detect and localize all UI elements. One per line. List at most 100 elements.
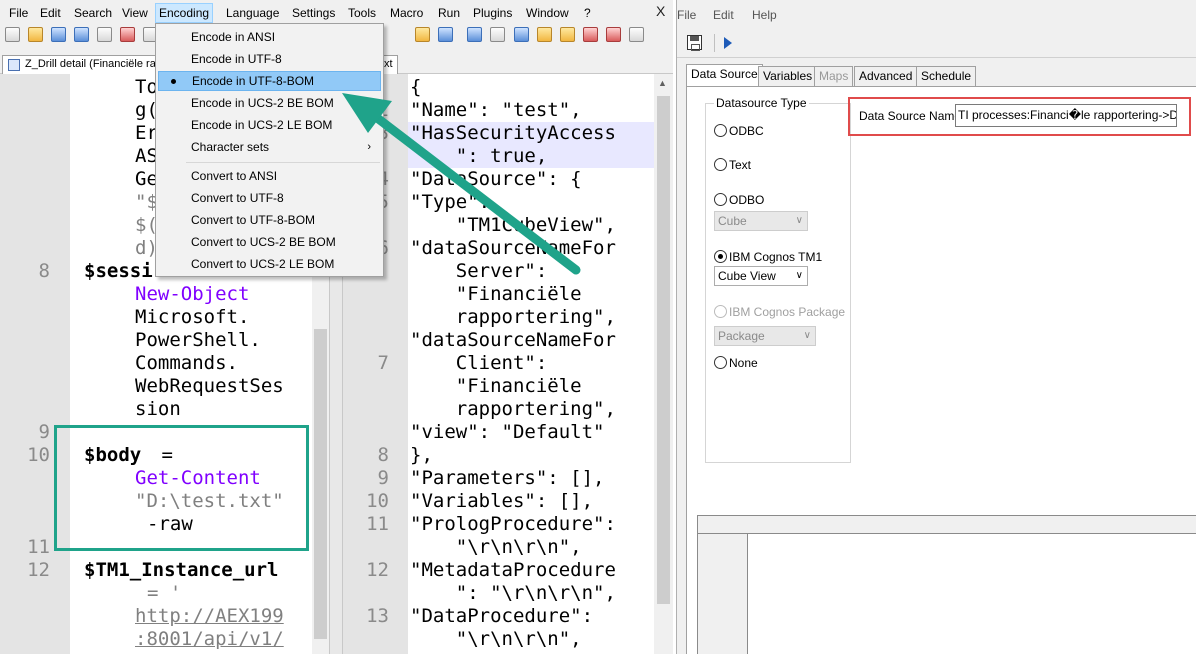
toolbar-separator (677, 57, 1196, 58)
menu-encoding[interactable]: Encoding (155, 3, 214, 23)
code-line: ": "\r\n\r\n", (410, 582, 616, 604)
menu-view[interactable]: View (119, 3, 151, 23)
right-scrollbar[interactable]: ▲ (654, 74, 673, 654)
stop-icon[interactable] (606, 27, 621, 42)
menu-item-encode-utf8[interactable]: Encode in UTF-8 (158, 49, 381, 69)
code-line: "Financiële (410, 375, 582, 397)
run-icon[interactable] (724, 37, 732, 49)
line-number: 12 (366, 559, 389, 581)
group-title: Datasource Type (714, 96, 809, 110)
tm1-cube-view-dropdown[interactable]: Cube View ∨ (714, 266, 808, 286)
radio-circle (714, 158, 727, 171)
menu-language[interactable]: Language (223, 3, 282, 23)
tab-maps[interactable]: Maps (814, 66, 854, 86)
radio-text[interactable]: Text (714, 158, 751, 172)
code-link[interactable]: :8001/api/v1/ (135, 628, 284, 651)
menu-item-convert-utf8-bom[interactable]: Convert to UTF-8-BOM (158, 210, 381, 230)
radio-none[interactable]: None (714, 356, 758, 370)
sync-icon[interactable] (467, 27, 482, 42)
code-line: WebRequestSes (135, 375, 284, 397)
radio-circle (714, 305, 727, 318)
grid-corner (698, 516, 748, 534)
menu-item-encode-utf8-bom[interactable]: Encode in UTF-8-BOM (158, 71, 381, 91)
radio-odbo[interactable]: ODBO (714, 193, 764, 207)
menu-edit[interactable]: Edit (37, 3, 64, 23)
radio-ibm-cognos-tm1[interactable]: IBM Cognos TM1 (714, 250, 822, 264)
save-all-icon[interactable] (74, 27, 89, 42)
preview-grid[interactable] (697, 515, 1196, 654)
code-line: "Financiële (410, 283, 582, 305)
record-icon[interactable] (583, 27, 598, 42)
scroll-up-icon[interactable]: ▲ (658, 78, 667, 88)
tm1-menu-file[interactable]: File (677, 8, 696, 22)
save-icon[interactable] (687, 35, 702, 51)
print-icon[interactable] (120, 27, 135, 42)
open-icon[interactable] (28, 27, 43, 42)
code-line: "DataProcedure": (410, 605, 594, 627)
menu-help[interactable]: ? (581, 3, 594, 23)
code-line: New-Object (135, 283, 250, 305)
menu-item-encode-ucs2-be[interactable]: Encode in UCS-2 BE BOM (158, 93, 381, 113)
code-link[interactable]: http://AEX199 (135, 605, 284, 628)
chevron-down-icon: ∨ (795, 215, 803, 226)
grid-column-header (748, 516, 1196, 534)
menu-item-convert-ucs2-be[interactable]: Convert to UCS-2 BE BOM (158, 232, 381, 252)
find-icon[interactable] (415, 27, 430, 42)
close-icon[interactable]: X (656, 3, 665, 19)
code-line: = ' (147, 582, 182, 604)
wrap-icon[interactable] (490, 27, 505, 42)
tm1-menu-help[interactable]: Help (752, 8, 777, 22)
folder-icon[interactable] (537, 27, 552, 42)
tab-drill-detail[interactable]: Z_Drill detail (Financiële rapp (2, 55, 180, 74)
menu-item-convert-ucs2-le[interactable]: Convert to UCS-2 LE BOM (158, 254, 381, 274)
zoom-icon[interactable] (438, 27, 453, 42)
menu-run[interactable]: Run (435, 3, 463, 23)
line-number: 8 (377, 444, 389, 466)
radio-odbc[interactable]: ODBC (714, 124, 764, 138)
document-icon (8, 59, 20, 71)
menu-item-convert-utf8[interactable]: Convert to UTF-8 (158, 188, 381, 208)
line-number: 10 (366, 490, 389, 512)
line-number: 8 (38, 260, 50, 282)
radio-ibm-cognos-package: IBM Cognos Package (714, 305, 845, 319)
radio-circle (714, 193, 727, 206)
toolbar-divider (714, 34, 715, 52)
menu-window[interactable]: Window (523, 3, 572, 23)
menu-item-convert-ansi[interactable]: Convert to ANSI (158, 166, 381, 186)
menu-file[interactable]: File (6, 3, 31, 23)
code-line: "view": "Default" (410, 421, 605, 443)
tab-variables[interactable]: Variables (758, 66, 818, 86)
code-line: "\r\n\r\n", (410, 536, 582, 558)
code-line: "Parameters": [], (410, 467, 605, 489)
indent-icon[interactable] (514, 27, 529, 42)
menu-item-encode-ucs2-le[interactable]: Encode in UCS-2 LE BOM (158, 115, 381, 135)
radio-circle (714, 356, 727, 369)
menu-macro[interactable]: Macro (387, 3, 426, 23)
radio-circle (714, 124, 727, 137)
code-line: rapportering", (410, 306, 616, 328)
menu-settings[interactable]: Settings (289, 3, 338, 23)
save-icon[interactable] (51, 27, 66, 42)
menu-search[interactable]: Search (71, 3, 115, 23)
tm1-process-window: File Edit Help Data Source Variables Map… (676, 0, 1196, 654)
close-file-icon[interactable] (97, 27, 112, 42)
menu-item-character-sets[interactable]: Character sets › (158, 137, 381, 157)
tm1-menu-edit[interactable]: Edit (713, 8, 734, 22)
macro-icon[interactable] (560, 27, 575, 42)
eye-icon[interactable] (629, 27, 644, 42)
tab-schedule[interactable]: Schedule (916, 66, 977, 86)
code-line: }, (410, 444, 433, 466)
grid-row-header (698, 516, 748, 654)
tab-advanced[interactable]: Advanced (854, 66, 918, 86)
menu-plugins[interactable]: Plugins (470, 3, 515, 23)
line-number: 11 (27, 536, 50, 558)
line-number: 11 (366, 513, 389, 535)
scrollbar-thumb[interactable] (657, 96, 670, 604)
code-line: $sessi (84, 260, 153, 282)
code-line: { (410, 76, 422, 98)
menu-item-encode-ansi[interactable]: Encode in ANSI (158, 27, 381, 47)
new-file-icon[interactable] (5, 27, 20, 42)
scrollbar-thumb[interactable] (314, 329, 327, 639)
tab-data-source[interactable]: Data Source (686, 64, 763, 87)
menu-tools[interactable]: Tools (345, 3, 379, 23)
